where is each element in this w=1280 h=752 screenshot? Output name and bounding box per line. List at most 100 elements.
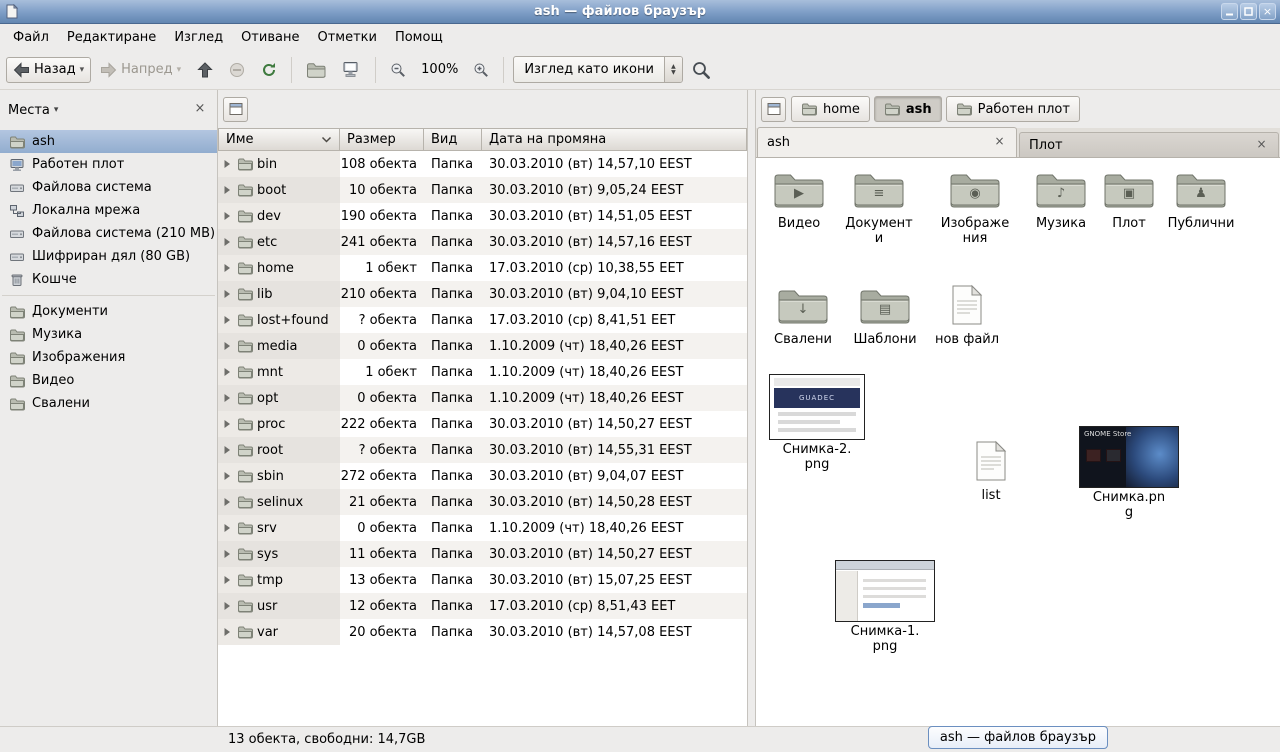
path-button-1[interactable]: ash: [874, 96, 942, 122]
tab-close-button[interactable]: ×: [1254, 138, 1269, 153]
sidebar-item-6[interactable]: Кошче: [0, 268, 217, 291]
table-row[interactable]: var20 обектаПапка30.03.2010 (вт) 14,57,0…: [218, 619, 747, 645]
expander-icon[interactable]: [223, 159, 233, 169]
expander-icon[interactable]: [223, 367, 233, 377]
sidebar-item-10[interactable]: Видео: [0, 369, 217, 392]
menubar-item-1[interactable]: Редактиране: [58, 26, 165, 49]
table-row[interactable]: bin108 обектаПапка30.03.2010 (вт) 14,57,…: [218, 151, 747, 177]
location-toggle-button[interactable]: [223, 97, 248, 122]
sidebar-item-3[interactable]: Локална мрежа: [0, 199, 217, 222]
table-row[interactable]: selinux21 обектаПапка30.03.2010 (вт) 14,…: [218, 489, 747, 515]
icon-item-6[interactable]: ↓Свалени: [760, 284, 846, 348]
titlebar[interactable]: ash — файлов браузър ×: [0, 0, 1280, 24]
column-header-1[interactable]: Размер: [340, 128, 424, 151]
up-button[interactable]: [190, 57, 220, 83]
sidebar-item-9[interactable]: Изображения: [0, 346, 217, 369]
expander-icon[interactable]: [223, 185, 233, 195]
icon-item-2[interactable]: ◉Изображения: [932, 168, 1018, 247]
expander-icon[interactable]: [223, 289, 233, 299]
table-row[interactable]: mnt1 обектПапка1.10.2009 (чт) 18,40,26 E…: [218, 359, 747, 385]
expander-icon[interactable]: [223, 523, 233, 533]
table-row[interactable]: proc222 обектаПапка30.03.2010 (вт) 14,50…: [218, 411, 747, 437]
expander-icon[interactable]: [223, 315, 233, 325]
table-row[interactable]: etc241 обектаПапка30.03.2010 (вт) 14,57,…: [218, 229, 747, 255]
expander-icon[interactable]: [223, 263, 233, 273]
expander-icon[interactable]: [223, 211, 233, 221]
column-header-3[interactable]: Дата на промяна: [482, 128, 747, 151]
expander-icon[interactable]: [223, 627, 233, 637]
table-row[interactable]: sys11 обектаПапка30.03.2010 (вт) 14,50,2…: [218, 541, 747, 567]
sidebar-item-2[interactable]: Файлова система: [0, 176, 217, 199]
table-row[interactable]: usr12 обектаПапка17.03.2010 (ср) 8,51,43…: [218, 593, 747, 619]
table-row[interactable]: lib210 обектаПапка30.03.2010 (вт) 9,04,1…: [218, 281, 747, 307]
table-row[interactable]: root? обектаПапка30.03.2010 (вт) 14,55,3…: [218, 437, 747, 463]
minimize-button[interactable]: [1221, 3, 1238, 20]
table-row[interactable]: sbin272 обектаПапка30.03.2010 (вт) 9,04,…: [218, 463, 747, 489]
tab-close-button[interactable]: ×: [992, 135, 1007, 150]
icon-item-11[interactable]: GNOME StoreСнимка.png: [1086, 426, 1172, 521]
home-button[interactable]: [299, 56, 333, 83]
icon-item-7[interactable]: ▤Шаблони: [842, 284, 928, 348]
back-button[interactable]: Назад ▾: [6, 57, 91, 83]
pane-splitter[interactable]: [748, 90, 755, 726]
expander-icon[interactable]: [223, 445, 233, 455]
menubar-item-0[interactable]: Файл: [4, 26, 58, 49]
menubar-item-3[interactable]: Отиване: [232, 26, 308, 49]
tab-0[interactable]: ash×: [757, 127, 1017, 157]
sidebar-item-4[interactable]: Файлова система (210 MB): [0, 222, 217, 245]
reload-button[interactable]: [254, 57, 284, 83]
icon-item-12[interactable]: Снимка-1.png: [842, 560, 928, 655]
expander-icon[interactable]: [223, 393, 233, 403]
menubar-item-2[interactable]: Изглед: [165, 26, 232, 49]
icon-item-0[interactable]: ▶Видео: [756, 168, 842, 232]
expander-icon[interactable]: [223, 237, 233, 247]
menubar-item-4[interactable]: Отметки: [308, 26, 385, 49]
expander-icon[interactable]: [223, 601, 233, 611]
column-header-0[interactable]: Име: [218, 128, 340, 151]
sidebar-item-5[interactable]: Шифриран дял (80 GB): [0, 245, 217, 268]
expander-icon[interactable]: [223, 549, 233, 559]
sidebar-item-8[interactable]: Музика: [0, 323, 217, 346]
icon-item-10[interactable]: list: [948, 440, 1034, 504]
sidebar-title[interactable]: Места: [8, 103, 50, 118]
sidebar-item-0[interactable]: ash: [0, 130, 217, 153]
maximize-button[interactable]: [1240, 3, 1257, 20]
column-header-2[interactable]: Вид: [424, 128, 482, 151]
sidebar-item-7[interactable]: Документи: [0, 300, 217, 323]
view-mode-select[interactable]: Изглед като икони ▲▼: [513, 56, 683, 83]
table-row[interactable]: srv0 обектаПапка1.10.2009 (чт) 18,40,26 …: [218, 515, 747, 541]
forward-button[interactable]: Напред ▾: [93, 57, 188, 83]
tab-1[interactable]: Плот×: [1019, 132, 1279, 157]
size-cell: ? обекта: [340, 307, 424, 333]
expander-icon[interactable]: [223, 341, 233, 351]
expander-icon[interactable]: [223, 575, 233, 585]
expander-icon[interactable]: [223, 471, 233, 481]
table-row[interactable]: boot10 обектаПапка30.03.2010 (вт) 9,05,2…: [218, 177, 747, 203]
table-row[interactable]: dev190 обектаПапка30.03.2010 (вт) 14,51,…: [218, 203, 747, 229]
path-button-2[interactable]: Работен плот: [946, 96, 1080, 122]
computer-button[interactable]: [335, 56, 368, 83]
search-button[interactable]: [685, 56, 718, 84]
icon-item-9[interactable]: GUADECСнимка-2.png: [774, 374, 860, 473]
icon-item-1[interactable]: ≡Документи: [836, 168, 922, 247]
table-row[interactable]: opt0 обектаПапка1.10.2009 (чт) 18,40,26 …: [218, 385, 747, 411]
table-row[interactable]: home1 обектПапка17.03.2010 (ср) 10,38,55…: [218, 255, 747, 281]
table-row[interactable]: tmp13 обектаПапка30.03.2010 (вт) 15,07,2…: [218, 567, 747, 593]
table-row[interactable]: lost+found? обектаПапка17.03.2010 (ср) 8…: [218, 307, 747, 333]
sidebar-item-1[interactable]: Работен плот: [0, 153, 217, 176]
expander-icon[interactable]: [223, 497, 233, 507]
menubar-item-5[interactable]: Помощ: [386, 26, 452, 49]
sidebar-item-11[interactable]: Свалени: [0, 392, 217, 415]
icon-item-8[interactable]: нов файл: [924, 284, 1010, 348]
expander-icon[interactable]: [223, 419, 233, 429]
sidebar-close-button[interactable]: ×: [191, 101, 209, 119]
icon-item-5[interactable]: ♟Публични: [1158, 168, 1244, 232]
close-button[interactable]: ×: [1259, 3, 1276, 20]
table-row[interactable]: media0 обектаПапка1.10.2009 (чт) 18,40,2…: [218, 333, 747, 359]
zoom-out-button[interactable]: [383, 57, 413, 83]
sidebar-dropdown-icon[interactable]: ▾: [54, 105, 59, 115]
path-button-0[interactable]: home: [791, 96, 870, 122]
zoom-in-button[interactable]: [466, 57, 496, 83]
location-toggle-button-right[interactable]: [761, 97, 786, 122]
stop-button[interactable]: [222, 57, 252, 83]
